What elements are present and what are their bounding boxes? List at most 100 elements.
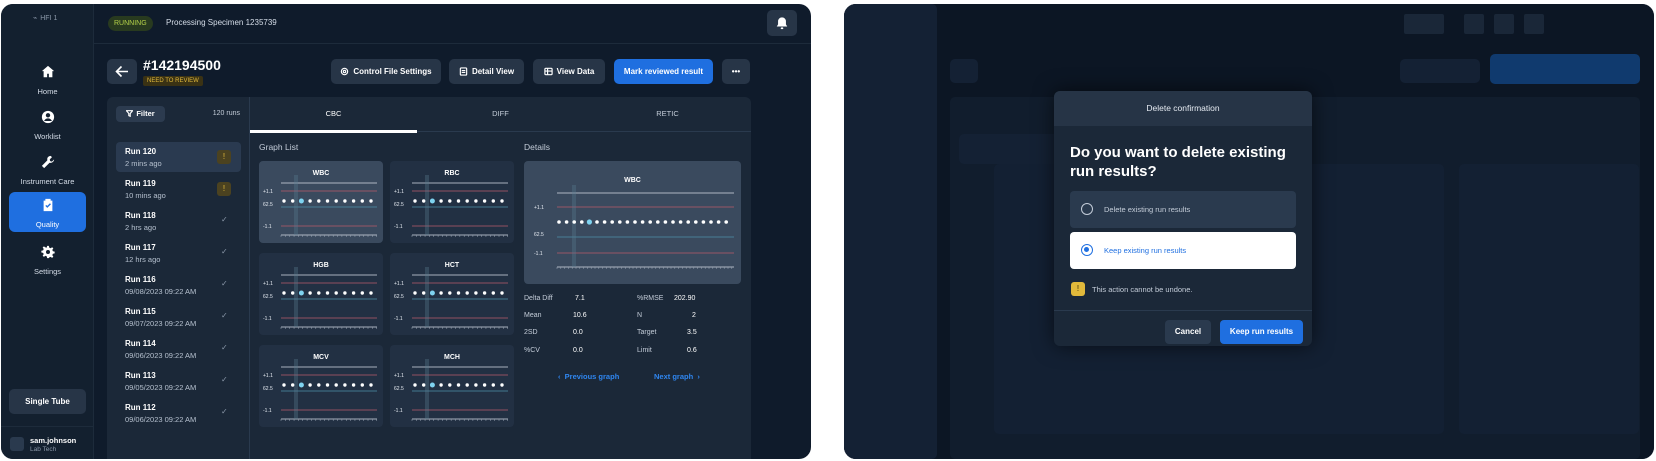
data-point	[308, 383, 312, 387]
list-item[interactable]: Run 119 10 mins ago!	[116, 174, 241, 204]
data-point	[439, 383, 443, 387]
run-time: 2 mins ago	[125, 159, 162, 168]
data-point	[413, 291, 417, 295]
graph-card-hct[interactable]: HCT +1.1 62.5 -1.1	[390, 253, 514, 335]
sidebar-item-settings[interactable]: Settings	[9, 239, 86, 279]
list-item[interactable]: Run 120 2 mins ago!	[116, 142, 241, 172]
data-point	[360, 199, 364, 203]
data-point	[500, 199, 504, 203]
data-point	[291, 199, 295, 203]
stat-value: 202.90	[674, 295, 696, 302]
data-point	[317, 199, 321, 203]
single-tube-button[interactable]: Single Tube	[9, 389, 86, 414]
tab-diff[interactable]: DIFF	[417, 97, 584, 132]
data-point	[633, 220, 637, 224]
list-item[interactable]: Run 118 2 hrs ago ✓	[116, 206, 241, 236]
data-point	[351, 383, 356, 387]
run-time: 09/07/2023 09:22 AM	[125, 319, 197, 328]
data-point	[308, 199, 312, 203]
sidebar-item-home[interactable]: Home	[9, 59, 86, 99]
sidebar-item-quality[interactable]: Quality	[9, 192, 86, 232]
data-point	[500, 383, 504, 387]
graph-card-rbc[interactable]: RBC +1.1 62.5 -1.1	[390, 161, 514, 243]
data-point	[491, 383, 495, 387]
data-point	[557, 220, 561, 224]
data-point	[282, 199, 286, 203]
detail-view-button[interactable]: Detail View	[449, 59, 524, 84]
data-point	[456, 291, 461, 295]
data-point	[701, 220, 706, 224]
next-graph-link[interactable]: Next graph ›	[654, 372, 700, 381]
run-title: Run 120	[125, 147, 157, 156]
list-item[interactable]: Run 115 09/07/2023 09:22 AM ✓	[116, 302, 241, 332]
data-point	[456, 199, 461, 203]
arrow-left-icon	[115, 65, 128, 78]
run-title: Run 118	[125, 211, 156, 220]
data-point	[325, 291, 330, 295]
checkmark-icon: ✓	[221, 311, 228, 320]
data-point	[308, 291, 312, 295]
backdrop-sidebar	[844, 4, 937, 459]
data-point	[334, 199, 338, 203]
list-item[interactable]: Run 116 09/08/2023 09:22 AM ✓	[116, 270, 241, 300]
previous-graph-link[interactable]: ‹ Previous graph	[558, 372, 619, 381]
qc-chart: +1.1 62.5 -1.1	[263, 359, 377, 421]
warning-icon: !	[1071, 282, 1085, 296]
mark-reviewed-button[interactable]: Mark reviewed result	[614, 59, 713, 84]
sidebar-item-worklist[interactable]: Worklist	[9, 104, 86, 144]
cancel-button[interactable]: Cancel	[1165, 320, 1211, 344]
notifications-button[interactable]	[767, 10, 797, 36]
qc-chart: +1.1 62.5 -1.1	[394, 359, 508, 421]
filter-button[interactable]: Filter	[116, 106, 165, 122]
sidebar-item-label: Worklist	[34, 132, 61, 141]
sidebar: ⌁ HFI 1 Home Worklist Instrument Care Qua…	[1, 4, 94, 459]
data-point	[317, 291, 321, 295]
data-point	[360, 291, 364, 295]
sidebar-item-instrument-care[interactable]: Instrument Care	[9, 149, 86, 189]
qc-panel: Filter 120 runs Run 120 2 mins ago! Run 1…	[107, 97, 751, 459]
brand: ⌁ HFI 1	[33, 15, 58, 22]
top-bar: RUNNING Processing Specimen 1235739	[94, 4, 811, 44]
axis-tick-label: 62.5	[534, 232, 544, 238]
tab-cbc[interactable]: CBC	[250, 97, 417, 133]
qc-review-screen: ⌁ HFI 1 Home Worklist Instrument Care Qua…	[1, 4, 811, 459]
data-point	[640, 220, 645, 224]
graph-card-mch[interactable]: MCH +1.1 62.5 -1.1	[390, 345, 514, 427]
run-time: 12 hrs ago	[125, 255, 161, 264]
view-data-button[interactable]: View Data	[533, 59, 605, 84]
data-point	[491, 199, 495, 203]
graph-card-mcv[interactable]: MCV +1.1 62.5 -1.1	[259, 345, 383, 427]
data-point	[663, 220, 668, 224]
keep-results-option[interactable]: Keep existing run results	[1070, 232, 1296, 269]
list-item[interactable]: Run 114 09/06/2023 09:22 AM ✓	[116, 334, 241, 364]
data-point	[724, 220, 728, 224]
data-point	[351, 199, 356, 203]
sidebar-item-label: Instrument Care	[20, 177, 75, 186]
tab-bar: CBC DIFF RETIC	[250, 97, 751, 133]
user-profile[interactable]: sam.johnson Lab Tech	[1, 426, 94, 459]
graph-card-hgb[interactable]: HGB +1.1 62.5 -1.1	[259, 253, 383, 335]
list-item[interactable]: Run 113 09/05/2023 09:22 AM ✓	[116, 366, 241, 396]
data-point	[482, 291, 487, 295]
data-point	[474, 291, 478, 295]
data-point	[448, 199, 452, 203]
link-label: Previous graph	[564, 372, 620, 381]
keep-run-results-button[interactable]: Keep run results	[1220, 320, 1303, 344]
wrench-icon	[41, 155, 54, 169]
checkmark-icon: ✓	[221, 407, 228, 416]
delete-results-option[interactable]: Delete existing run results	[1070, 191, 1296, 228]
axis-tick-label: +1.1	[263, 281, 273, 287]
tab-retic[interactable]: RETIC	[584, 97, 751, 132]
option-label: Keep existing run results	[1104, 246, 1187, 255]
list-item[interactable]: Run 117 12 hrs ago ✓	[116, 238, 241, 268]
more-options-button[interactable]: •••	[722, 59, 750, 84]
highlight-band	[425, 267, 429, 327]
control-file-settings-button[interactable]: Control File Settings	[331, 59, 441, 84]
list-item[interactable]: Run 112 09/06/2023 09:22 AM ✓	[116, 398, 241, 428]
graph-card-wbc[interactable]: WBC +1.1 62.5 -1.1	[259, 161, 383, 243]
button-label: Control File Settings	[353, 67, 432, 76]
back-button[interactable]	[107, 59, 137, 84]
warning-icon: !	[217, 150, 231, 164]
run-title: Run 116	[125, 275, 156, 284]
data-point	[716, 220, 721, 224]
